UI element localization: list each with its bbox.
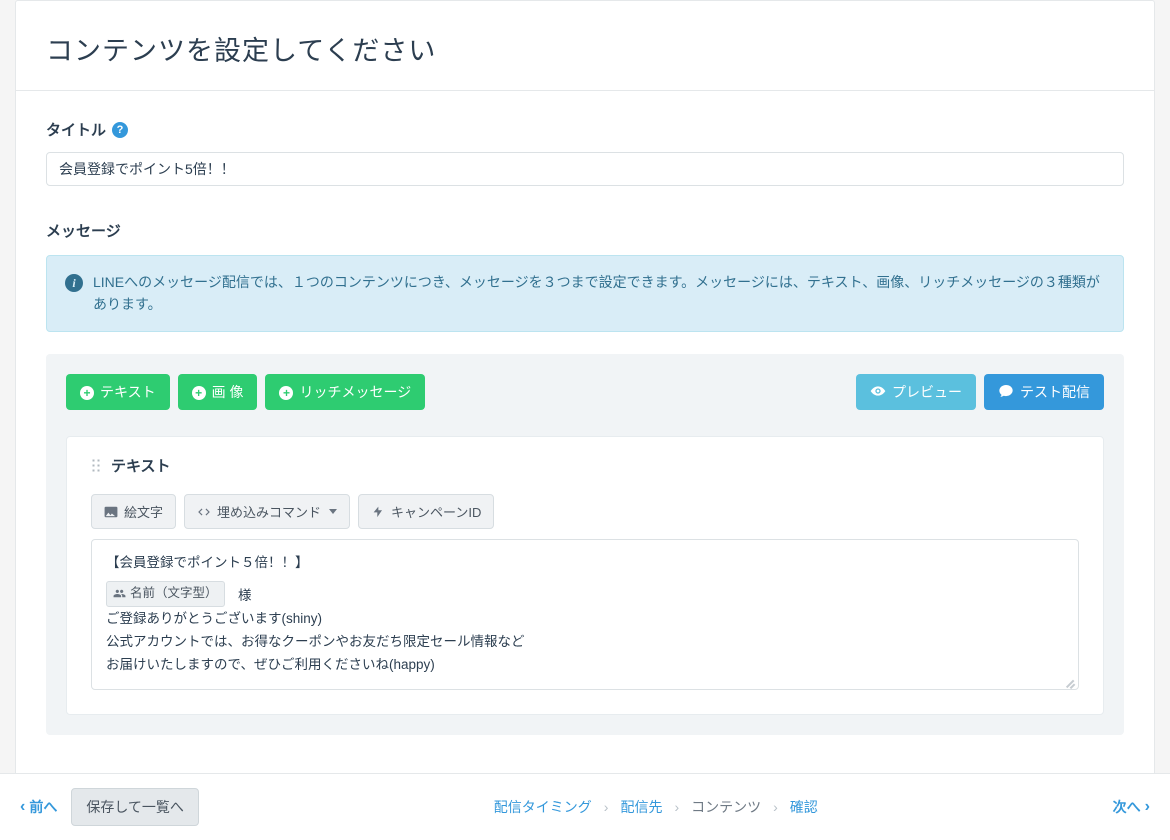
editor-line: 名前（文字型） 様 (106, 581, 1064, 608)
panel-body: タイトル ? メッセージ i LINEへのメッセージ配信では、１つのコンテンツに… (16, 91, 1154, 755)
breadcrumb: 配信タイミング › 配信先 › コンテンツ › 確認 (213, 797, 1099, 817)
emoji-label: 絵文字 (124, 502, 163, 521)
prev-button[interactable]: ‹ 前へ (20, 797, 57, 817)
crumb-content: コンテンツ (691, 797, 761, 817)
add-image-label: 画 像 (212, 382, 244, 402)
plus-icon (279, 384, 293, 400)
crumb-timing[interactable]: 配信タイミング (494, 797, 592, 817)
add-text-button[interactable]: テキスト (66, 374, 170, 410)
add-text-label: テキスト (100, 382, 156, 402)
variable-chip-label: 名前（文字型） (130, 583, 218, 604)
title-label: タイトル (46, 119, 106, 140)
message-editor[interactable]: 【会員登録でポイント５倍！！】 名前（文字型） 様 ご登録ありがとうございます(… (91, 539, 1079, 690)
prev-label: 前へ (29, 797, 57, 817)
chevron-right-icon: › (604, 799, 609, 815)
test-send-button[interactable]: テスト配信 (984, 374, 1104, 410)
editor-line: お届けいたしますので、ぜひご利用くださいね(happy) (106, 654, 1064, 677)
test-send-label: テスト配信 (1020, 382, 1090, 402)
embed-command-button[interactable]: 埋め込みコマンド (184, 494, 350, 529)
code-icon (197, 505, 211, 519)
text-card-title: テキスト (111, 455, 171, 476)
users-icon (113, 587, 126, 600)
add-rich-label: リッチメッセージ (299, 382, 411, 402)
add-image-button[interactable]: 画 像 (178, 374, 258, 410)
toolbar: 絵文字 埋め込みコマンド キャンペーンID (91, 494, 1079, 529)
crumb-confirm[interactable]: 確認 (790, 797, 818, 817)
emoji-button[interactable]: 絵文字 (91, 494, 176, 529)
main-panel: コンテンツを設定してください タイトル ? メッセージ i LINEへのメッセー… (15, 0, 1155, 782)
drag-handle-icon[interactable] (91, 458, 101, 474)
text-card: テキスト 絵文字 埋め込みコマンド キャンペーンID (66, 436, 1104, 715)
image-icon (104, 505, 118, 519)
plus-icon (192, 384, 206, 400)
info-icon: i (65, 274, 83, 292)
next-label: 次へ (1113, 797, 1141, 817)
editor-line: 【会員登録でポイント５倍！！】 (106, 552, 1064, 575)
info-box: i LINEへのメッセージ配信では、１つのコンテンツにつき、メッセージを３つまで… (46, 255, 1124, 332)
resize-handle-icon[interactable] (1063, 674, 1075, 686)
preview-label: プレビュー (892, 382, 962, 402)
content-block: テキスト 画 像 リッチメッセージ プレビュー (46, 354, 1124, 735)
chevron-right-icon: › (674, 799, 679, 815)
chevron-right-icon: › (773, 799, 778, 815)
campaign-id-button[interactable]: キャンペーンID (358, 494, 494, 529)
next-button[interactable]: 次へ › (1113, 797, 1150, 817)
editor-text-after-tag: 様 (225, 588, 252, 603)
embed-label: 埋め込みコマンド (217, 502, 321, 521)
crumb-target[interactable]: 配信先 (620, 797, 662, 817)
help-icon[interactable]: ? (112, 122, 128, 138)
plus-icon (80, 384, 94, 400)
add-rich-button[interactable]: リッチメッセージ (265, 374, 425, 410)
title-label-row: タイトル ? (46, 119, 1124, 140)
variable-chip[interactable]: 名前（文字型） (106, 581, 225, 606)
pointer-icon (371, 505, 385, 519)
chat-icon (998, 383, 1014, 402)
text-card-header: テキスト (91, 455, 1079, 476)
editor-line: ご登録ありがとうございます(shiny) (106, 608, 1064, 631)
campaign-label: キャンペーンID (391, 502, 481, 521)
eye-icon (870, 383, 886, 402)
editor-line: 公式アカウントでは、お得なクーポンやお友だち限定セール情報など (106, 631, 1064, 654)
page-title: コンテンツを設定してください (46, 29, 1124, 68)
message-label: メッセージ (46, 220, 1124, 241)
chevron-down-icon (329, 509, 337, 514)
info-text: LINEへのメッセージ配信では、１つのコンテンツにつき、メッセージを３つまで設定… (93, 272, 1105, 315)
title-input[interactable] (46, 152, 1124, 186)
save-to-list-button[interactable]: 保存して一覧へ (71, 788, 199, 826)
chevron-left-icon: ‹ (20, 798, 25, 816)
button-row: テキスト 画 像 リッチメッセージ プレビュー (66, 374, 1104, 410)
chevron-right-icon: › (1145, 798, 1150, 816)
preview-button[interactable]: プレビュー (856, 374, 976, 410)
panel-header: コンテンツを設定してください (16, 1, 1154, 91)
footer-bar: ‹ 前へ 保存して一覧へ 配信タイミング › 配信先 › コンテンツ › 確認 … (0, 773, 1170, 840)
